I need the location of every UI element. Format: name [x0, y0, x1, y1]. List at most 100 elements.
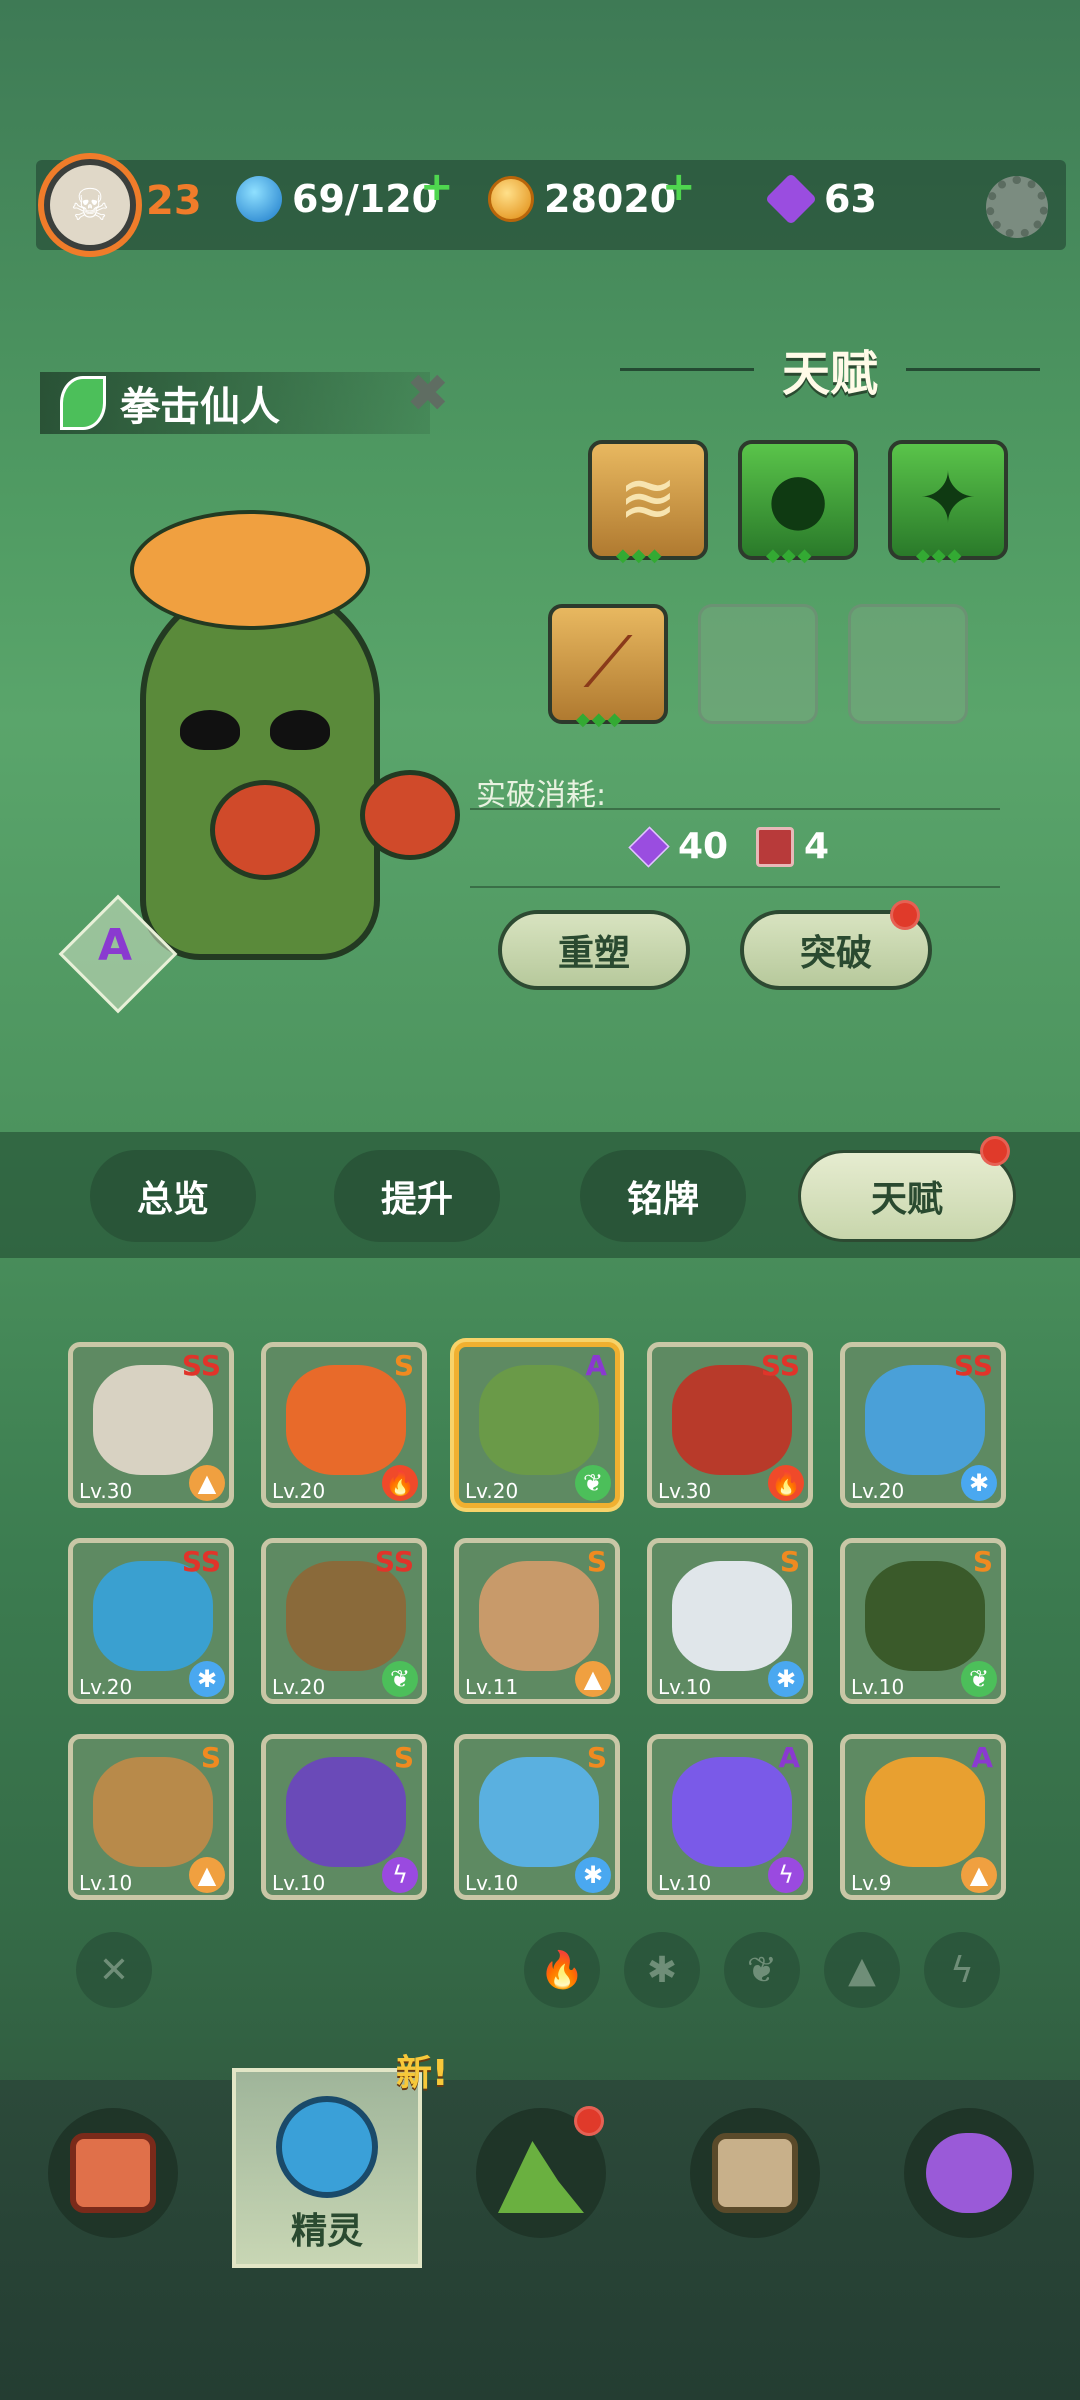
- talent-skill-4[interactable]: ⟋ ◆◆◆: [548, 604, 668, 730]
- pet-grade: A: [778, 1741, 800, 1774]
- clear-filter-icon[interactable]: ✕: [76, 1932, 152, 2008]
- pet-thumbnail: [672, 1757, 792, 1867]
- pet-level: Lv.10: [465, 1871, 519, 1895]
- water-resource: 69/120: [236, 176, 438, 222]
- pet-grade: S: [972, 1545, 993, 1578]
- nav-map[interactable]: [904, 2108, 1034, 2238]
- cactus-body: [140, 580, 380, 960]
- mountain-icon: [498, 2141, 584, 2213]
- ice-element-icon: ✱: [768, 1661, 804, 1697]
- pet-grade: S: [393, 1349, 414, 1382]
- pet-grade: S: [200, 1741, 221, 1774]
- add-coin-button[interactable]: +: [662, 164, 696, 210]
- earth-filter-icon[interactable]: ▲: [824, 1932, 900, 2008]
- electric-filter-icon[interactable]: ϟ: [924, 1932, 1000, 2008]
- nav-pets-active[interactable]: 精灵: [232, 2068, 422, 2268]
- pet-card[interactable]: SS Lv.30 🔥: [647, 1342, 813, 1508]
- tab-upgrade[interactable]: 提升: [334, 1150, 500, 1242]
- pet-card[interactable]: A Lv.10 ϟ: [647, 1734, 813, 1900]
- flower-hat: [130, 510, 370, 630]
- divider-right: [906, 367, 1041, 371]
- pet-level: Lv.20: [851, 1479, 905, 1503]
- ice-element-icon: ✱: [961, 1465, 997, 1501]
- nav-pets-label: 精灵: [290, 2211, 363, 2252]
- boxing-glove-right: [360, 770, 460, 860]
- cost-gems-value: 40: [678, 826, 729, 867]
- pet-grade: SS: [181, 1349, 221, 1382]
- pet-card[interactable]: SS Lv.30 ▲: [68, 1342, 234, 1508]
- pet-thumbnail: [672, 1561, 792, 1671]
- pet-level: Lv.20: [272, 1675, 326, 1699]
- talent-skill-3[interactable]: ✦ ◆◆◆: [888, 440, 1008, 566]
- nav-inventory[interactable]: [690, 2108, 820, 2238]
- pet-grade: SS: [760, 1349, 800, 1382]
- stack-talent-icon: ≋: [618, 457, 678, 539]
- pet-card[interactable]: A Lv.20 ❦: [454, 1342, 620, 1508]
- purple-gem-icon: [764, 172, 818, 226]
- pet-card[interactable]: SS Lv.20 ✱: [840, 1342, 1006, 1508]
- grass-element-icon: ❦: [961, 1661, 997, 1697]
- pet-card[interactable]: S Lv.11 ▲: [454, 1538, 620, 1704]
- paw-coin-icon: [488, 176, 534, 222]
- tab-nameplate[interactable]: 铭牌: [580, 1150, 746, 1242]
- pet-level: Lv.20: [272, 1479, 326, 1503]
- claw-talent-icon: ⟋: [583, 621, 633, 703]
- player-level: 23: [146, 178, 202, 224]
- ice-element-icon: ✱: [189, 1661, 225, 1697]
- pet-grade: S: [779, 1545, 800, 1578]
- pet-card[interactable]: SS Lv.20 ✱: [68, 1538, 234, 1704]
- grass-filter-icon[interactable]: ❦: [724, 1932, 800, 2008]
- close-icon[interactable]: ✖: [406, 364, 450, 424]
- electric-element-icon: ϟ: [382, 1857, 418, 1893]
- pet-card[interactable]: S Lv.10 ❦: [840, 1538, 1006, 1704]
- map-pin-icon: [926, 2133, 1012, 2213]
- pet-name: 拳击仙人: [120, 384, 280, 430]
- tab-talent[interactable]: 天赋: [798, 1150, 1016, 1242]
- pet-thumbnail: [479, 1561, 599, 1671]
- skill-level-pips: ◆◆◆: [916, 545, 964, 566]
- pet-grade: A: [971, 1741, 993, 1774]
- pet-card[interactable]: S Lv.10 ▲: [68, 1734, 234, 1900]
- right-eye: [270, 710, 330, 750]
- reroll-button[interactable]: 重塑: [498, 910, 690, 990]
- cost-gems: 40: [628, 825, 729, 868]
- tab-overview[interactable]: 总览: [90, 1150, 256, 1242]
- earth-element-icon: ▲: [189, 1857, 225, 1893]
- pet-grade: S: [586, 1741, 607, 1774]
- settings-gear-icon[interactable]: [986, 176, 1048, 238]
- talent-skill-1[interactable]: ≋ ◆◆◆: [588, 440, 708, 566]
- rank-letter: A: [98, 920, 133, 971]
- pet-grade: SS: [181, 1545, 221, 1578]
- fire-filter-icon[interactable]: 🔥: [524, 1932, 600, 2008]
- player-avatar[interactable]: ☠: [38, 153, 142, 257]
- pet-level: Lv.30: [79, 1479, 133, 1503]
- pet-card[interactable]: S Lv.10 ϟ: [261, 1734, 427, 1900]
- pet-grade: SS: [374, 1545, 414, 1578]
- ice-filter-icon[interactable]: ✱: [624, 1932, 700, 2008]
- grass-element-icon: ❦: [382, 1661, 418, 1697]
- talent-skill-2[interactable]: ● ◆◆◆: [738, 440, 858, 566]
- pet-level: Lv.11: [465, 1675, 519, 1699]
- pet-card[interactable]: S Lv.10 ✱: [647, 1538, 813, 1704]
- talent-title: 天赋: [782, 346, 879, 402]
- pet-card[interactable]: S Lv.20 🔥: [261, 1342, 427, 1508]
- nav-console[interactable]: [48, 2108, 178, 2238]
- pet-level: Lv.20: [79, 1675, 133, 1699]
- red-book-icon: [756, 826, 794, 867]
- earth-element-icon: ▲: [961, 1857, 997, 1893]
- water-drop-icon: [236, 176, 282, 222]
- pet-level: Lv.10: [272, 1871, 326, 1895]
- divider-left: [620, 367, 754, 371]
- pet-card[interactable]: A Lv.9 ▲: [840, 1734, 1006, 1900]
- coin-value: 28020: [544, 177, 677, 221]
- water-value: 69/120: [292, 177, 439, 221]
- earth-element-icon: ▲: [189, 1465, 225, 1501]
- add-water-button[interactable]: +: [420, 164, 454, 210]
- talent-slot-locked-2: [848, 604, 968, 724]
- pet-card[interactable]: SS Lv.20 ❦: [261, 1538, 427, 1704]
- pet-card[interactable]: S Lv.10 ✱: [454, 1734, 620, 1900]
- gem-value: 63: [824, 177, 877, 221]
- chest-icon: [712, 2133, 798, 2213]
- pet-name-banner: 拳击仙人: [40, 372, 430, 434]
- pet-thumbnail: [865, 1561, 985, 1671]
